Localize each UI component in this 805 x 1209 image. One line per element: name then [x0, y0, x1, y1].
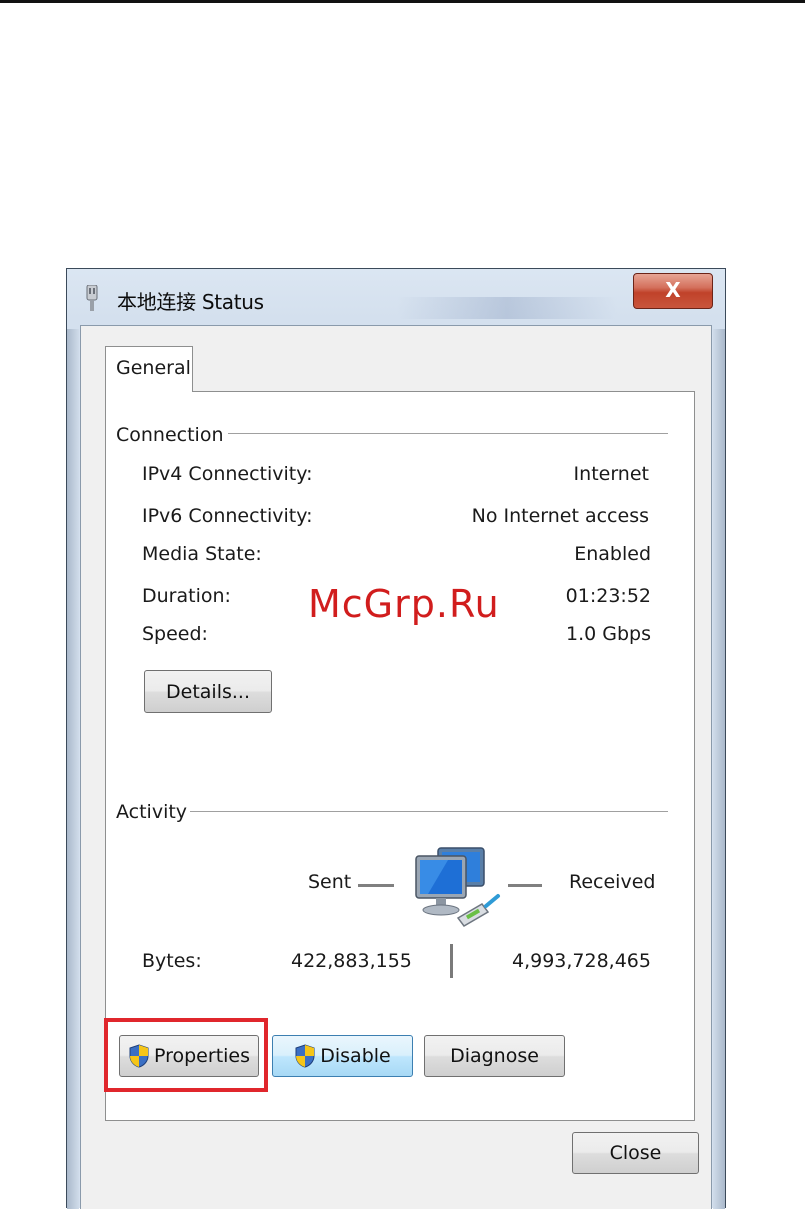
details-button-label: Details... [166, 680, 250, 703]
activity-group-line [190, 811, 668, 813]
tab-general[interactable]: General [105, 346, 193, 392]
window-frame-left [67, 329, 79, 1209]
close-button-label: Close [609, 1142, 662, 1164]
sent-line [358, 884, 394, 887]
ipv6-value: No Internet access [471, 505, 649, 527]
duration-value: 01:23:52 [565, 585, 651, 607]
watermark: McGrp.Ru [308, 582, 500, 626]
close-window-button[interactable]: X [633, 273, 713, 309]
network-connection-icon [86, 285, 98, 311]
connection-heading: Connection [116, 424, 224, 446]
network-computers-icon [415, 847, 500, 927]
media-state-value: Enabled [574, 543, 651, 565]
diagnose-button-label: Diagnose [450, 1045, 539, 1067]
media-state-label: Media State: [142, 543, 262, 565]
close-button[interactable]: Close [572, 1132, 699, 1174]
properties-highlight-box [104, 1018, 268, 1092]
sent-label: Sent [308, 871, 352, 893]
title-bar[interactable]: 本地连接 Status X [67, 269, 725, 325]
ipv4-value: Internet [573, 463, 649, 485]
window-frame-right [713, 329, 725, 1209]
bytes-separator [450, 944, 453, 978]
ipv6-label: IPv6 Connectivity: [142, 505, 313, 527]
activity-heading: Activity [116, 801, 188, 823]
bytes-received-value: 4,993,728,465 [511, 950, 651, 972]
duration-label: Duration: [142, 585, 231, 607]
received-label: Received [569, 871, 656, 893]
bytes-label: Bytes: [142, 950, 202, 972]
speed-value: 1.0 Gbps [566, 623, 651, 645]
uac-shield-icon [295, 1044, 315, 1068]
speed-label: Speed: [142, 623, 208, 645]
window-title: 本地连接 Status [117, 290, 264, 314]
details-button[interactable]: Details... [144, 670, 272, 713]
disable-button[interactable]: Disable [272, 1035, 413, 1077]
bytes-sent-value: 422,883,155 [291, 950, 412, 972]
received-line [508, 884, 542, 887]
connection-group-line [228, 433, 668, 435]
diagnose-button[interactable]: Diagnose [424, 1035, 565, 1077]
ipv4-label: IPv4 Connectivity: [142, 463, 313, 485]
general-tab-panel [105, 391, 695, 1121]
top-rule [0, 0, 805, 3]
disable-button-label: Disable [320, 1045, 391, 1067]
